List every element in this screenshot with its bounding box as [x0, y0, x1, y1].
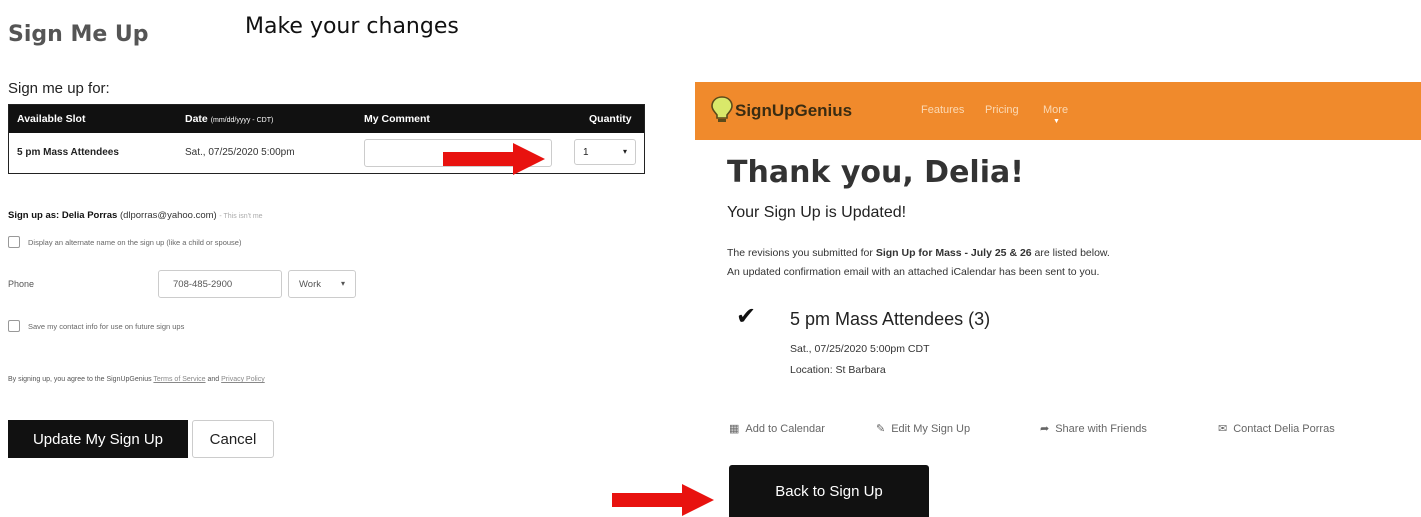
red-arrow-icon [612, 484, 714, 516]
phone-input[interactable]: 708-485-2900 [158, 270, 282, 298]
rev-suffix: are listed below. [1034, 247, 1110, 259]
sign-up-as: Sign up as: Delia Porras (dlporras@yahoo… [8, 210, 263, 221]
updated-subheading: Your Sign Up is Updated! [727, 204, 907, 221]
chevron-down-icon: ▾ [340, 279, 345, 288]
save-contact-label: Save my contact info for use on future s… [28, 321, 185, 331]
rev-prefix: The revisions you submitted for [727, 247, 873, 259]
confirmed-slot: 5 pm Mass Attendees (3) [790, 309, 991, 329]
phone-type-value: Work [299, 279, 321, 290]
phone-label: Phone [8, 279, 35, 289]
checkmark-icon: ✔ [736, 303, 757, 330]
header-slot: Available Slot [17, 113, 86, 125]
logo-text[interactable]: SignUpGenius [735, 101, 852, 121]
update-signup-button[interactable]: Update My Sign Up [8, 420, 188, 458]
chevron-down-icon: ▼ [1053, 118, 1060, 125]
instruction-caption: Make your changes [245, 14, 459, 39]
confirmation-email-notice: An updated confirmation email with an at… [727, 266, 1100, 278]
edit-signup-link[interactable]: ✎ Edit My Sign Up [876, 422, 971, 436]
envelope-icon: ✉ [1218, 423, 1228, 435]
red-arrow-icon [443, 143, 545, 175]
save-contact-checkbox[interactable] [8, 320, 20, 332]
confirmed-datetime: Sat., 07/25/2020 5:00pm CDT [790, 343, 930, 355]
header-date-format: (mm/dd/yyyy - CDT) [210, 117, 274, 124]
alternate-name-checkbox[interactable] [8, 236, 20, 248]
sign-up-as-label: Sign up as: [8, 210, 60, 221]
pencil-icon: ✎ [876, 423, 886, 435]
user-email: (dlporras@yahoo.com) [119, 210, 217, 221]
add-to-calendar-link[interactable]: ▦ Add to Calendar [729, 422, 825, 436]
privacy-link[interactable]: Privacy Policy [221, 376, 265, 383]
nav-more[interactable]: More [1043, 104, 1068, 116]
table-header: Available Slot Date (mm/dd/yyyy - CDT) M… [9, 105, 644, 133]
slot-table: Available Slot Date (mm/dd/yyyy - CDT) M… [8, 104, 645, 174]
confirmed-location: Location: St Barbara [790, 364, 886, 376]
alternate-name-label: Display an alternate name on the sign up… [28, 237, 242, 247]
chevron-down-icon: ▾ [622, 147, 627, 156]
contact-organizer-link[interactable]: ✉ Contact Delia Porras [1218, 422, 1335, 436]
top-navbar: SignUpGenius Features Pricing More ▼ [695, 82, 1421, 140]
page-title: Sign Me Up [8, 22, 149, 47]
back-to-signup-button[interactable]: Back to Sign Up [729, 465, 929, 517]
share-link[interactable]: ➦ Share with Friends [1040, 422, 1147, 436]
table-row: 5 pm Mass Attendees Sat., 07/25/2020 5:0… [9, 133, 644, 173]
thank-you-heading: Thank you, Delia! [727, 155, 1024, 190]
not-me-link[interactable]: - This isn't me [219, 213, 262, 220]
cancel-button[interactable]: Cancel [192, 420, 274, 458]
header-comment: My Comment [364, 113, 430, 125]
signup-name: Sign Up for Mass - July 25 & 26 [875, 247, 1032, 259]
terms-link[interactable]: Terms of Service [153, 376, 205, 383]
calendar-icon: ▦ [729, 423, 740, 435]
lightbulb-logo-icon [711, 96, 733, 122]
nav-pricing[interactable]: Pricing [985, 104, 1019, 116]
terms-and: and [207, 376, 220, 383]
quantity-value: 1 [583, 147, 589, 158]
row-slot: 5 pm Mass Attendees [17, 147, 119, 158]
add-to-calendar-label: Add to Calendar [745, 422, 825, 435]
revision-notice: The revisions you submitted for Sign Up … [727, 247, 1110, 259]
alternate-name-option[interactable]: Display an alternate name on the sign up… [8, 236, 241, 248]
save-contact-option[interactable]: Save my contact info for use on future s… [8, 320, 184, 332]
edit-signup-label: Edit My Sign Up [891, 422, 971, 435]
phone-type-select[interactable]: Work ▾ [288, 270, 356, 298]
share-icon: ➦ [1040, 423, 1050, 435]
phone-value: 708-485-2900 [173, 279, 233, 290]
row-date: Sat., 07/25/2020 5:00pm [185, 147, 295, 158]
sign-up-for-heading: Sign me up for: [8, 80, 110, 97]
terms-notice: By signing up, you agree to the SignUpGe… [8, 376, 265, 383]
header-date: Date (mm/dd/yyyy - CDT) [185, 113, 274, 125]
terms-prefix: By signing up, you agree to the SignUpGe… [8, 376, 152, 383]
quantity-select[interactable]: 1 ▾ [574, 139, 636, 165]
header-quantity: Quantity [589, 113, 632, 125]
nav-features[interactable]: Features [921, 104, 964, 116]
share-label: Share with Friends [1055, 422, 1147, 435]
contact-label: Contact Delia Porras [1233, 422, 1335, 435]
user-name: Delia Porras [61, 210, 118, 221]
